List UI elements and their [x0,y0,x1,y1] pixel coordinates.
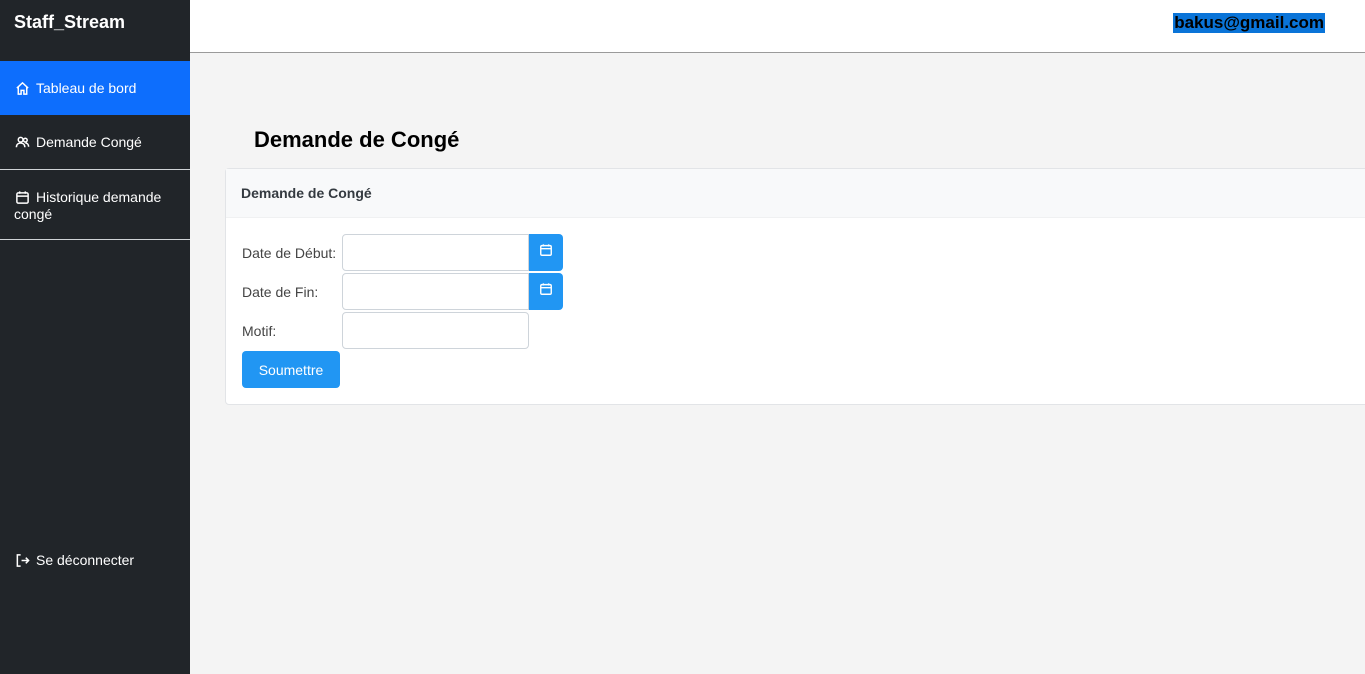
reason-row: Motif: [242,312,529,349]
reason-input[interactable] [342,312,529,349]
logout-button[interactable]: Se déconnecter [0,548,190,572]
page-title: Demande de Congé [254,127,460,152]
start-date-calendar-button[interactable] [529,234,563,271]
start-date-input[interactable] [342,234,529,271]
card-header: Demande de Congé [226,169,1365,218]
sidebar: Staff_Stream Tableau de bord Demande Con… [0,0,190,674]
end-date-row: Date de Fin: [242,273,563,310]
calendar-icon [14,189,30,205]
sidebar-item-leave-request[interactable]: Demande Congé [0,115,190,170]
logout-label: Se déconnecter [36,552,135,568]
home-icon [14,80,30,96]
app-brand: Staff_Stream [14,12,126,32]
start-date-label: Date de Début: [242,244,337,261]
sidebar-item-label: Tableau de bord [36,80,137,96]
reason-label: Motif: [242,322,277,339]
end-date-calendar-button[interactable] [529,273,563,310]
calendar-icon [539,243,553,262]
sidebar-item-leave-history[interactable]: Historique demande congé [0,170,190,240]
logout-icon [14,552,30,568]
start-date-row: Date de Début: [242,234,563,271]
sidebar-item-dashboard[interactable]: Tableau de bord [0,61,190,115]
sidebar-item-label: Demande Congé [36,134,142,150]
users-icon [14,134,30,150]
submit-button[interactable]: Soumettre [242,351,340,388]
end-date-label: Date de Fin: [242,283,319,300]
user-email[interactable]: bakus@gmail.com [1173,13,1325,33]
end-date-input[interactable] [342,273,529,310]
calendar-icon [539,282,553,301]
topbar: bakus@gmail.com [190,0,1365,53]
sidebar-item-label: Historique demande congé [14,189,162,222]
leave-request-card: Demande de Congé Date de Début: Date de … [225,168,1365,405]
